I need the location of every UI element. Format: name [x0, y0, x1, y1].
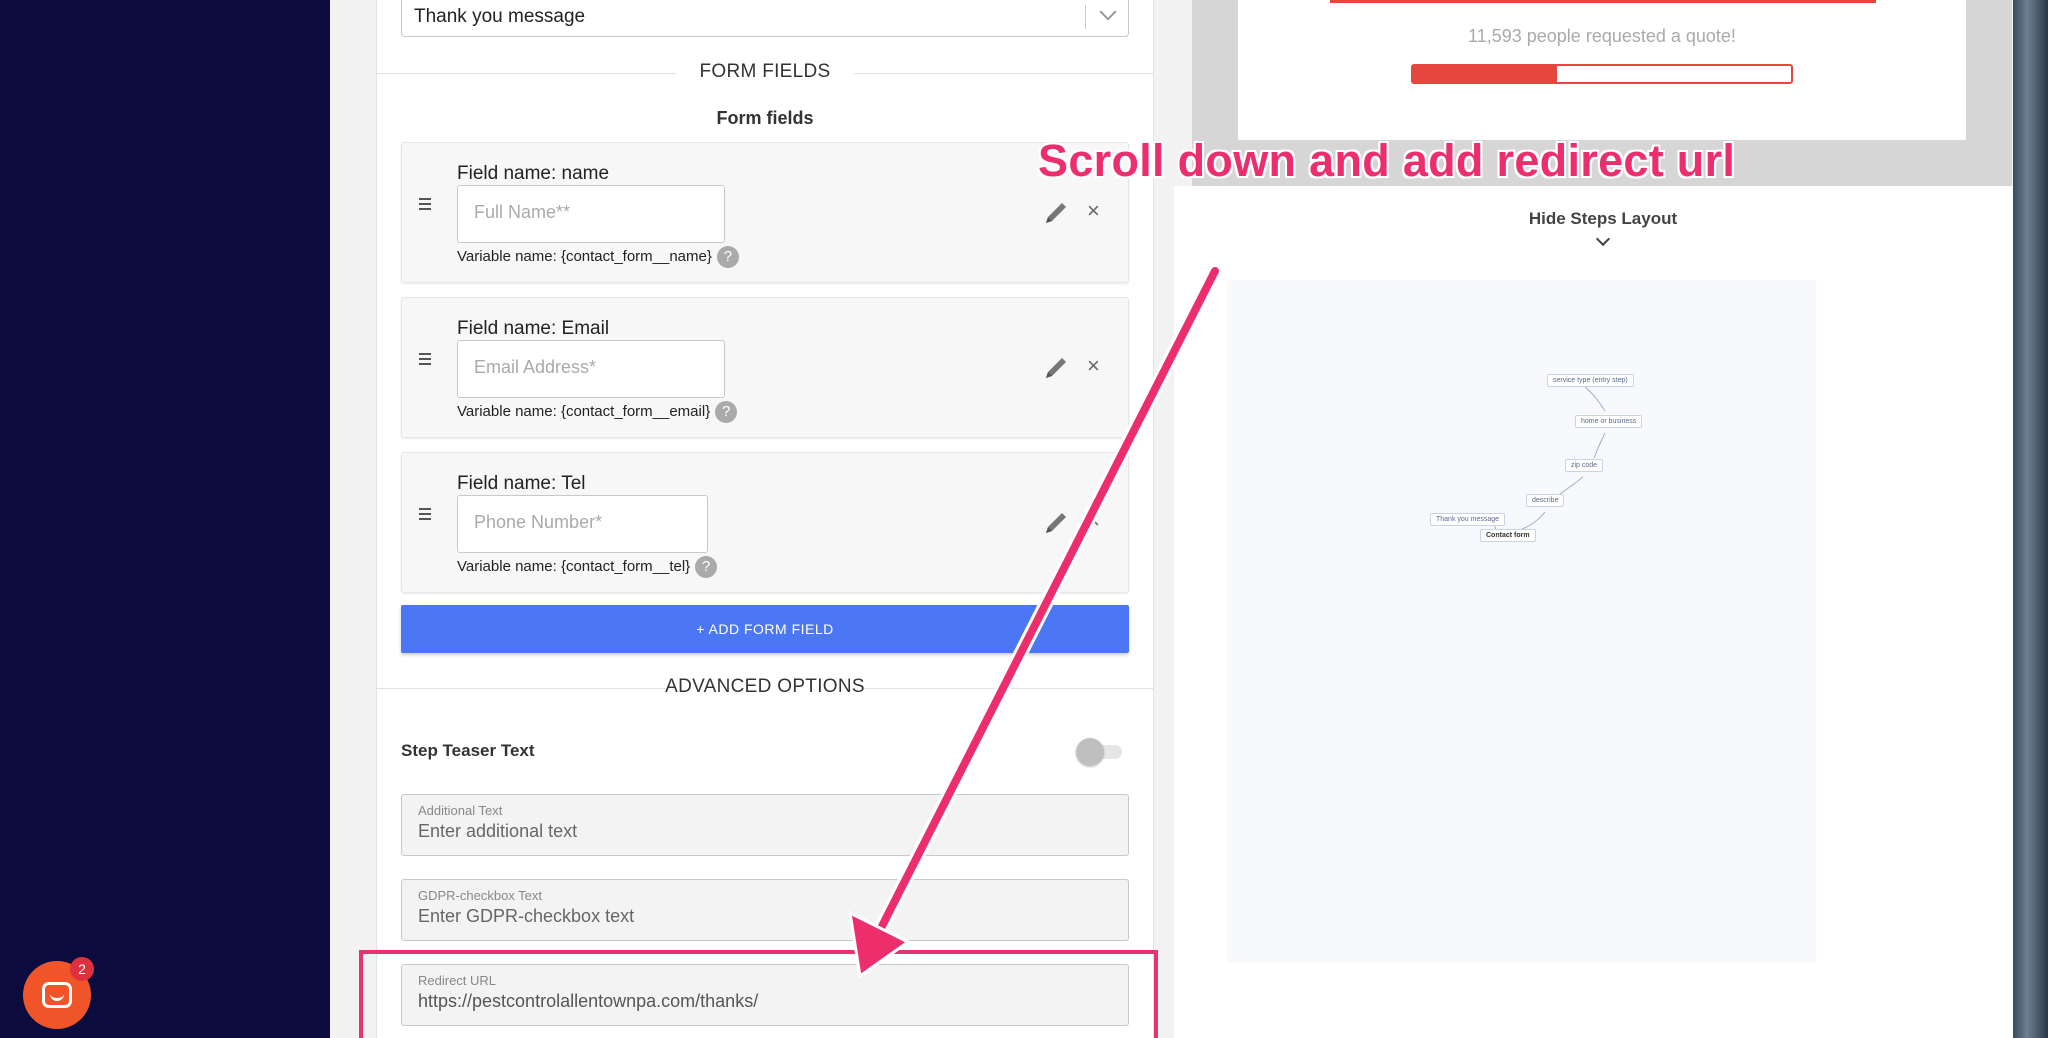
select-value: Thank you message: [414, 6, 586, 27]
flow-node[interactable]: Contact form: [1480, 529, 1536, 542]
field-name-label: Field name: Email: [457, 318, 610, 339]
form-fields-subtitle: Form fields: [716, 108, 814, 128]
flow-node[interactable]: describe: [1526, 494, 1565, 507]
progress-bar: [1411, 64, 1793, 84]
help-icon[interactable]: ?: [695, 556, 718, 578]
additional-text-input[interactable]: Enter additional text: [418, 821, 577, 842]
flow-node[interactable]: home or business: [1575, 415, 1643, 428]
field-preview-input[interactable]: Email Address*: [457, 340, 725, 398]
drag-handle-icon[interactable]: [419, 353, 431, 368]
redirect-url-highlight-box: [359, 950, 1158, 1038]
additional-text-label: Additional Text: [418, 803, 503, 818]
field-preview-input[interactable]: Phone Number*: [457, 495, 708, 553]
progress-bar-fill: [1413, 66, 1557, 82]
delete-icon[interactable]: ×: [1087, 353, 1100, 379]
requested-quote-count: 11,593 people requested a quote!: [1468, 26, 1736, 46]
gdpr-checkbox-text-input[interactable]: Enter GDPR-checkbox text: [418, 906, 634, 927]
variable-name-text: Variable name: {contact_form__name}: [457, 247, 712, 265]
advanced-options-section-title: ADVANCED OPTIONS: [376, 676, 1154, 698]
step-teaser-toggle[interactable]: [1076, 738, 1124, 766]
field-name-label: Field name: Tel: [457, 473, 586, 494]
delete-icon[interactable]: ×: [1087, 198, 1100, 224]
chat-notification-badge: 2: [70, 957, 94, 981]
add-form-field-button[interactable]: + ADD FORM FIELD: [401, 605, 1129, 653]
drag-handle-icon[interactable]: [419, 508, 431, 523]
form-fields-section-title: FORM FIELDS: [376, 61, 1154, 83]
additional-text-field[interactable]: Additional Text Enter additional text: [401, 794, 1129, 856]
variable-name-label: Variable name: {contact_form__tel}?: [457, 556, 718, 578]
field-name-label: Field name: name: [457, 163, 610, 184]
desktop-background-edge: [2013, 0, 2048, 1038]
form-field-card: Field name: Email Email Address* Variabl…: [401, 297, 1129, 438]
variable-name-label: Variable name: {contact_form__email}?: [457, 401, 738, 423]
select-separator: [1085, 5, 1086, 29]
preview-button-edge: [1330, 0, 1876, 3]
variable-name-text: Variable name: {contact_form__tel}: [457, 557, 691, 575]
step-teaser-text-label: Step Teaser Text: [401, 741, 535, 760]
flow-node[interactable]: Thank you message: [1430, 513, 1506, 526]
form-field-card: Field name: name Full Name** Variable na…: [401, 142, 1129, 283]
variable-name-label: Variable name: {contact_form__name}?: [457, 246, 739, 268]
flow-node[interactable]: zip code: [1565, 459, 1604, 472]
quiz-preview-card: 11,593 people requested a quote!: [1238, 0, 1966, 140]
gdpr-checkbox-text-label: GDPR-checkbox Text: [418, 888, 543, 903]
edit-pencil-icon[interactable]: [1043, 355, 1069, 381]
help-icon[interactable]: ?: [716, 246, 739, 268]
field-preview-input[interactable]: Full Name**: [457, 185, 725, 243]
edit-pencil-icon[interactable]: [1043, 200, 1069, 226]
annotation-text: Scroll down and add redirect url: [1038, 135, 1736, 186]
form-field-card: Field name: Tel Phone Number* Variable n…: [401, 452, 1129, 593]
chevron-down-icon[interactable]: [1099, 3, 1117, 21]
toggle-knob: [1076, 738, 1104, 766]
edit-pencil-icon[interactable]: [1043, 510, 1069, 536]
chat-bubble-icon: [42, 982, 72, 1008]
gdpr-checkbox-text-field[interactable]: GDPR-checkbox Text Enter GDPR-checkbox t…: [401, 879, 1129, 941]
thank-you-step-select[interactable]: Thank you message: [401, 0, 1129, 37]
help-icon[interactable]: ?: [715, 401, 738, 423]
variable-name-text: Variable name: {contact_form__email}: [457, 402, 711, 420]
flow-node[interactable]: service type (entry step): [1547, 374, 1634, 387]
left-sidebar-background: [0, 0, 330, 1038]
delete-icon[interactable]: ×: [1087, 508, 1100, 534]
steps-flow-diagram: service type (entry step) home or busine…: [1227, 280, 1816, 962]
drag-handle-icon[interactable]: [419, 198, 431, 213]
flow-connectors: [1494, 386, 1606, 533]
hide-steps-layout-toggle[interactable]: Hide Steps Layout: [1392, 209, 1814, 229]
